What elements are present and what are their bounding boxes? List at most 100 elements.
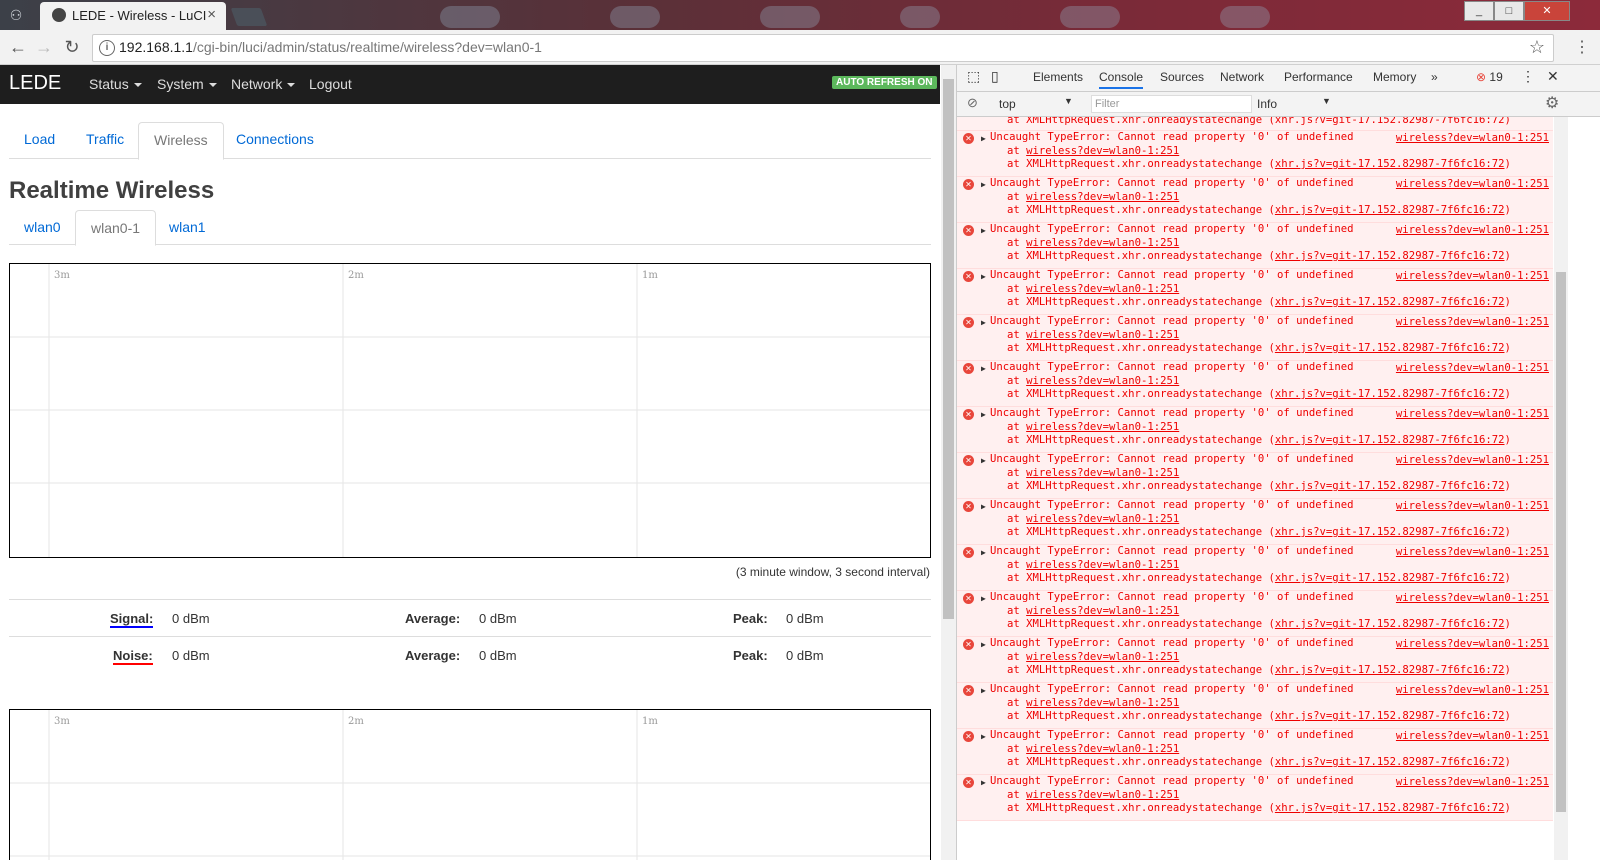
stack-frame-link[interactable]: wireless?dev=wlan0-1:251 [1026,605,1179,617]
tab-close-icon[interactable]: × [207,6,216,23]
devtools-tab-elements[interactable]: Elements [1033,70,1083,84]
page-scrollbar[interactable] [941,65,956,860]
devtools-tab-performance[interactable]: Performance [1284,70,1353,84]
stack-frame-link[interactable]: xhr.js?v=git-17.152.82987-7f6fc16:72 [1275,480,1505,492]
stack-frame-link[interactable]: xhr.js?v=git-17.152.82987-7f6fc16:72 [1275,618,1505,630]
error-count-badge[interactable]: ⊗ 19 [1476,70,1503,84]
expand-triangle-icon[interactable]: ▶ [981,272,986,281]
reload-icon[interactable]: ↻ [62,37,82,57]
context-dropdown-icon[interactable]: ▼ [1064,96,1073,106]
expand-triangle-icon[interactable]: ▶ [981,640,986,649]
stack-frame-link[interactable]: xhr.js?v=git-17.152.82987-7f6fc16:72 [1275,388,1505,400]
forward-icon[interactable]: → [34,37,54,57]
console-error[interactable]: ✕ ▶ Uncaught TypeError: Cannot read prop… [957,591,1553,637]
stack-frame-link[interactable]: wireless?dev=wlan0-1:251 [1026,191,1179,203]
stack-frame-link[interactable]: xhr.js?v=git-17.152.82987-7f6fc16:72 [1275,802,1505,814]
stack-frame-link[interactable]: xhr.js?v=git-17.152.82987-7f6fc16:72 [1275,158,1505,170]
tab-load[interactable]: Load [9,122,70,157]
stack-frame-link[interactable]: xhr.js?v=git-17.152.82987-7f6fc16:72 [1275,526,1505,538]
error-source-link[interactable]: wireless?dev=wlan0-1:251 [1396,224,1549,236]
expand-triangle-icon[interactable]: ▶ [981,318,986,327]
bookmark-star-icon[interactable]: ☆ [1529,37,1545,58]
context-selector[interactable]: top [999,97,1016,111]
console-error[interactable]: ✕ ▶ Uncaught TypeError: Cannot read prop… [957,637,1553,683]
stack-frame-link[interactable]: xhr.js?v=git-17.152.82987-7f6fc16:72 [1275,296,1505,308]
console-error[interactable]: ✕ ▶ Uncaught TypeError: Cannot read prop… [957,223,1553,269]
stack-frame-link[interactable]: wireless?dev=wlan0-1:251 [1026,697,1179,709]
maximize-button[interactable]: □ [1494,1,1524,21]
error-source-link[interactable]: wireless?dev=wlan0-1:251 [1396,776,1549,788]
back-icon[interactable]: ← [8,37,28,57]
log-level-selector[interactable]: Info [1257,97,1277,111]
console-error[interactable]: ✕ ▶ Uncaught TypeError: Cannot read prop… [957,315,1553,361]
error-source-link[interactable]: wireless?dev=wlan0-1:251 [1396,178,1549,190]
error-source-link[interactable]: wireless?dev=wlan0-1:251 [1396,730,1549,742]
browser-tab[interactable]: LEDE - Wireless - LuCI × [40,2,226,30]
stack-frame-link[interactable]: wireless?dev=wlan0-1:251 [1026,467,1179,479]
devtools-close-icon[interactable]: ✕ [1547,68,1559,85]
devtools-tab-network[interactable]: Network [1220,70,1264,84]
console-error[interactable]: ✕ ▶ Uncaught TypeError: Cannot read prop… [957,269,1553,315]
expand-triangle-icon[interactable]: ▶ [981,502,986,511]
error-source-link[interactable]: wireless?dev=wlan0-1:251 [1396,546,1549,558]
error-source-link[interactable]: wireless?dev=wlan0-1:251 [1396,454,1549,466]
devtools-tab-console[interactable]: Console [1099,70,1144,89]
console-error[interactable]: ✕ ▶ Uncaught TypeError: Cannot read prop… [957,453,1553,499]
devtools-menu-icon[interactable]: ⋮ [1521,68,1535,85]
console-error[interactable]: ✕ ▶ Uncaught TypeError: Cannot read prop… [957,545,1553,591]
console-error[interactable]: ✕ ▶ Uncaught TypeError: Cannot read prop… [957,177,1553,223]
menu-logout[interactable]: Logout [309,76,352,92]
stack-frame-link[interactable]: xhr.js?v=git-17.152.82987-7f6fc16:72 [1275,710,1505,722]
stack-frame-link[interactable]: xhr.js?v=git-17.152.82987-7f6fc16:72 [1275,664,1505,676]
tab-wlan1[interactable]: wlan1 [154,210,221,245]
auto-refresh-badge[interactable]: AUTO REFRESH ON [832,76,937,89]
stack-frame-link[interactable]: xhr.js?v=git-17.152.82987-7f6fc16:72 [1275,250,1505,262]
tab-wlan0-1[interactable]: wlan0-1 [75,210,157,246]
console-error[interactable]: ✕ ▶ Uncaught TypeError: Cannot read prop… [957,683,1553,729]
minimize-button[interactable]: _ [1464,1,1494,21]
devtools-tab-memory[interactable]: Memory [1373,70,1416,84]
menu-status[interactable]: Status [89,76,142,92]
stack-frame-link[interactable]: wireless?dev=wlan0-1:251 [1026,329,1179,341]
expand-triangle-icon[interactable]: ▶ [981,594,986,603]
browser-menu-icon[interactable]: ⋮ [1574,37,1590,57]
expand-triangle-icon[interactable]: ▶ [981,180,986,189]
expand-triangle-icon[interactable]: ▶ [981,778,986,787]
stack-frame-link[interactable]: xhr.js?v=git-17.152.82987-7f6fc16:72 [1275,756,1505,768]
error-source-link[interactable]: wireless?dev=wlan0-1:251 [1396,638,1549,650]
expand-triangle-icon[interactable]: ▶ [981,134,986,143]
devtools-tab-sources[interactable]: Sources [1160,70,1204,84]
stack-frame-link[interactable]: wireless?dev=wlan0-1:251 [1026,237,1179,249]
inspect-element-icon[interactable]: ⬚ [967,68,980,85]
device-toolbar-icon[interactable]: ▯ [991,68,999,85]
stack-frame-link[interactable]: xhr.js?v=git-17.152.82987-7f6fc16:72 [1275,204,1505,216]
log-level-dropdown-icon[interactable]: ▼ [1322,96,1331,106]
expand-triangle-icon[interactable]: ▶ [981,226,986,235]
error-source-link[interactable]: wireless?dev=wlan0-1:251 [1396,592,1549,604]
new-tab-button[interactable] [230,8,268,26]
address-bar[interactable]: i 192.168.1.1/cgi-bin/luci/admin/status/… [92,34,1554,62]
error-source-link[interactable]: wireless?dev=wlan0-1:251 [1396,316,1549,328]
error-source-link[interactable]: wireless?dev=wlan0-1:251 [1396,684,1549,696]
menu-network[interactable]: Network [231,76,296,92]
stack-frame-link[interactable]: wireless?dev=wlan0-1:251 [1026,283,1179,295]
console-error[interactable]: ✕ ▶ Uncaught TypeError: Cannot read prop… [957,361,1553,407]
expand-triangle-icon[interactable]: ▶ [981,410,986,419]
error-source-link[interactable]: wireless?dev=wlan0-1:251 [1396,270,1549,282]
tab-wireless[interactable]: Wireless [138,122,224,160]
stack-frame-link[interactable]: wireless?dev=wlan0-1:251 [1026,789,1179,801]
more-tabs-icon[interactable]: » [1431,70,1438,84]
console-settings-icon[interactable]: ⚙ [1545,93,1559,113]
console-scrollbar[interactable] [1554,117,1568,860]
error-source-link[interactable]: wireless?dev=wlan0-1:251 [1396,408,1549,420]
expand-triangle-icon[interactable]: ▶ [981,456,986,465]
tab-traffic[interactable]: Traffic [71,122,139,157]
expand-triangle-icon[interactable]: ▶ [981,364,986,373]
console-scroll-thumb[interactable] [1556,272,1566,812]
close-window-button[interactable]: ✕ [1524,1,1570,21]
url-text[interactable]: 192.168.1.1/cgi-bin/luci/admin/status/re… [119,39,542,55]
info-icon[interactable]: i [99,40,115,56]
expand-triangle-icon[interactable]: ▶ [981,548,986,557]
expand-triangle-icon[interactable]: ▶ [981,732,986,741]
menu-system[interactable]: System [157,76,217,92]
